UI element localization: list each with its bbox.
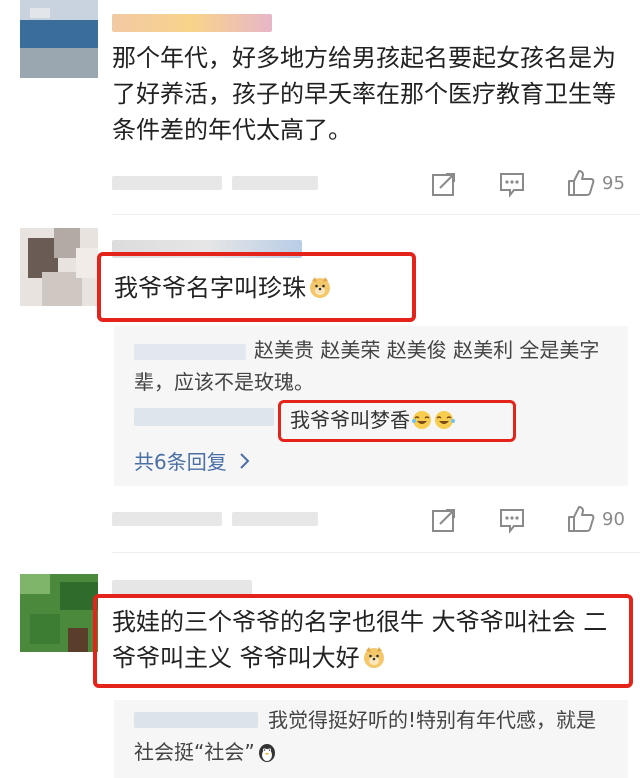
timestamp-blurred — [112, 512, 222, 526]
doge-emoji — [308, 275, 332, 299]
timestamp-blurred — [112, 176, 222, 190]
reply-text: 我觉得挺好听的!特别有年代感，就是社会挺“社会” — [134, 708, 597, 764]
comment-text: 那个年代，好多地方给男孩起名要起女孩名是为了好养活，孩子的早夭率在那个医疗教育卫… — [112, 44, 616, 144]
comment-icon[interactable] — [498, 506, 526, 534]
comment-text: 我爷爷名字叫珍珠 — [114, 270, 332, 306]
comment-text: 我娃的三个爷爷的名字也很牛 大爷爷叫社会 二爷爷叫主义 爷爷叫大好 — [112, 608, 608, 672]
divider — [112, 214, 640, 215]
more-replies-link[interactable]: 共6条回复 — [134, 446, 251, 475]
doge-emoji — [362, 645, 386, 669]
like-count: 95 — [602, 172, 625, 194]
share-icon[interactable] — [430, 170, 458, 198]
thumbs-up-icon — [566, 168, 596, 198]
reply-text: 我爷爷叫梦香 — [290, 404, 456, 436]
like-button[interactable]: 90 — [566, 504, 625, 534]
like-button[interactable]: 95 — [566, 168, 625, 198]
chevron-right-icon — [239, 452, 251, 470]
avatar[interactable] — [20, 0, 98, 78]
avatar[interactable] — [20, 574, 98, 652]
like-count: 90 — [602, 508, 625, 530]
penguin-emoji — [257, 742, 277, 762]
avatar[interactable] — [20, 228, 98, 306]
comment-icon[interactable] — [498, 170, 526, 198]
username-blurred[interactable] — [112, 14, 272, 32]
share-icon[interactable] — [430, 506, 458, 534]
source-blurred — [232, 176, 318, 190]
source-blurred — [232, 512, 318, 526]
divider — [112, 552, 640, 553]
thumbs-up-icon — [566, 504, 596, 534]
reply-text: 赵美贵 赵美荣 赵美俊 赵美利 全是美字辈，应该不是玫瑰。 — [134, 338, 600, 394]
reply-username-blurred[interactable] — [134, 408, 274, 426]
laugh-cry-emoji — [412, 410, 456, 430]
